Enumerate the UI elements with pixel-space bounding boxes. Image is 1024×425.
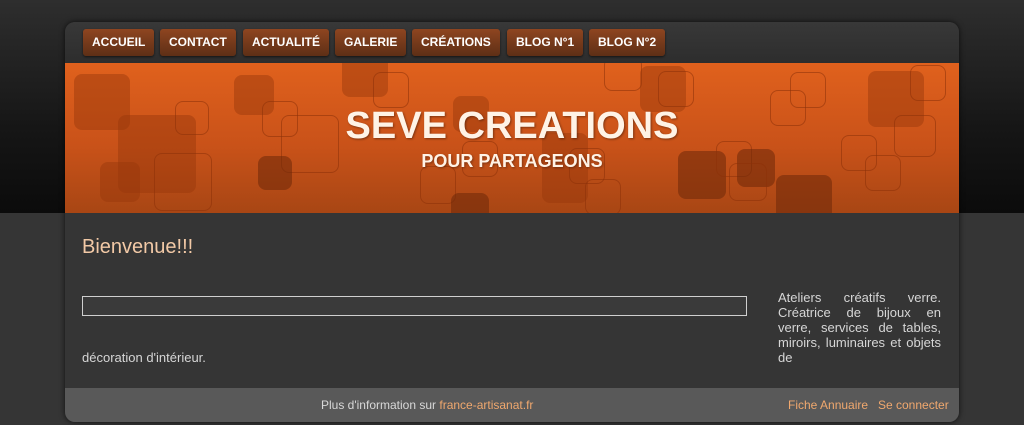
banner-decor-square: [604, 63, 642, 91]
banner-decor-square: [658, 71, 694, 107]
site-frame: ACCUEIL CONTACT ACTUALITÉ GALERIE CRÉATI…: [65, 22, 959, 422]
nav-item-actualite[interactable]: ACTUALITÉ: [243, 29, 329, 56]
intro-continued-text: décoration d'intérieur.: [82, 350, 206, 365]
main-navigation: ACCUEIL CONTACT ACTUALITÉ GALERIE CRÉATI…: [65, 22, 959, 63]
banner-decor-square: [373, 72, 409, 108]
nav-item-blog-1[interactable]: BLOG N°1: [507, 29, 584, 56]
fiche-annuaire-link[interactable]: Fiche Annuaire: [788, 398, 868, 412]
welcome-heading: Bienvenue!!!: [82, 236, 194, 258]
site-subtitle: POUR PARTAGEONS: [421, 151, 603, 171]
site-footer: Plus d'information sur france-artisanat.…: [65, 388, 959, 422]
nav-item-creations[interactable]: CRÉATIONS: [412, 29, 500, 56]
banner-decor-square: [776, 175, 832, 213]
banner-decor-square: [585, 179, 621, 213]
banner-decor-square: [910, 65, 946, 101]
site-title: SEVE CREATIONS: [345, 105, 679, 147]
header-banner: SEVE CREATIONS POUR PARTAGEONS: [65, 63, 959, 213]
nav-item-galerie[interactable]: GALERIE: [335, 29, 407, 56]
footer-info: Plus d'information sur france-artisanat.…: [321, 398, 533, 412]
login-link[interactable]: Se connecter: [878, 398, 949, 412]
nav-item-accueil[interactable]: ACCUEIL: [83, 29, 155, 56]
nav-item-blog-2[interactable]: BLOG N°2: [589, 29, 666, 56]
banner-decor-square: [790, 72, 826, 108]
content-box: [82, 296, 747, 316]
footer-info-text: Plus d'information sur: [321, 398, 437, 412]
intro-side-text: Ateliers créatifs verre. Créatrice de bi…: [778, 290, 941, 365]
banner-decor-square: [451, 193, 489, 213]
france-artisanat-link[interactable]: france-artisanat.fr: [439, 398, 533, 412]
nav-item-contact[interactable]: CONTACT: [160, 29, 236, 56]
